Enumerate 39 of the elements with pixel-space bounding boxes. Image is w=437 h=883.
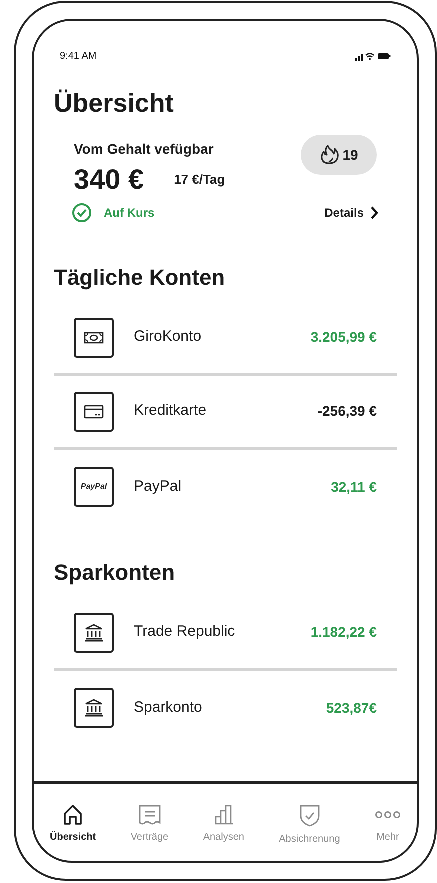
receipt-icon	[138, 804, 162, 826]
chevron-right-icon	[370, 206, 379, 220]
banknote-icon	[84, 330, 104, 344]
budget-label: Vom Gehalt vefügbar	[74, 140, 215, 159]
page-title: Übersicht	[53, 87, 175, 120]
status-time: 9:41 AM	[60, 50, 97, 64]
budget-amount: 340 €	[74, 163, 144, 197]
account-balance: 523,87€	[326, 698, 377, 718]
status-text: Auf Kurs	[104, 205, 155, 222]
tab-bar-item[interactable]: Übersicht	[50, 804, 96, 847]
bank-icon	[84, 624, 104, 642]
account-balance: 3.205,99 €	[310, 328, 377, 347]
account-name: Trade Republic	[134, 622, 236, 642]
bar-chart-icon	[212, 804, 235, 826]
bank-icon	[84, 699, 104, 717]
streak-count: 19	[342, 146, 358, 164]
flame-icon	[320, 144, 340, 166]
card-icon	[84, 404, 104, 418]
account-name: PayPal	[134, 476, 183, 497]
home-icon	[62, 804, 84, 826]
paypal-logo: PayPal	[80, 481, 108, 493]
account-balance: 1.182,22 €	[310, 623, 377, 642]
section-title: Tägliche Konten	[54, 264, 226, 292]
account-row[interactable]: GiroKonto 3.205,99 €	[54, 302, 397, 376]
account-balance: 32,11 €	[331, 478, 377, 496]
daily-amount: 17 €/Tag	[174, 171, 226, 190]
account-row[interactable]: Sparkonto 523,87€	[54, 671, 397, 745]
check-circle-icon	[72, 203, 92, 223]
details-link[interactable]: Details	[324, 204, 379, 222]
account-row[interactable]: PayPal PayPal 32,11 €	[54, 450, 397, 524]
account-name: Sparkonto	[134, 698, 204, 718]
shield-check-icon	[298, 804, 321, 828]
account-name: Kreditkarte	[134, 401, 208, 422]
account-name: GiroKonto	[134, 327, 203, 348]
status-icons	[355, 52, 391, 61]
account-row[interactable]: Trade Republic 1.182,22 €	[54, 597, 397, 671]
section-title: Sparkonten	[54, 559, 176, 587]
account-row[interactable]: Kreditkarte -256,39 €	[54, 376, 397, 450]
account-balance: -256,39 €	[318, 402, 377, 421]
